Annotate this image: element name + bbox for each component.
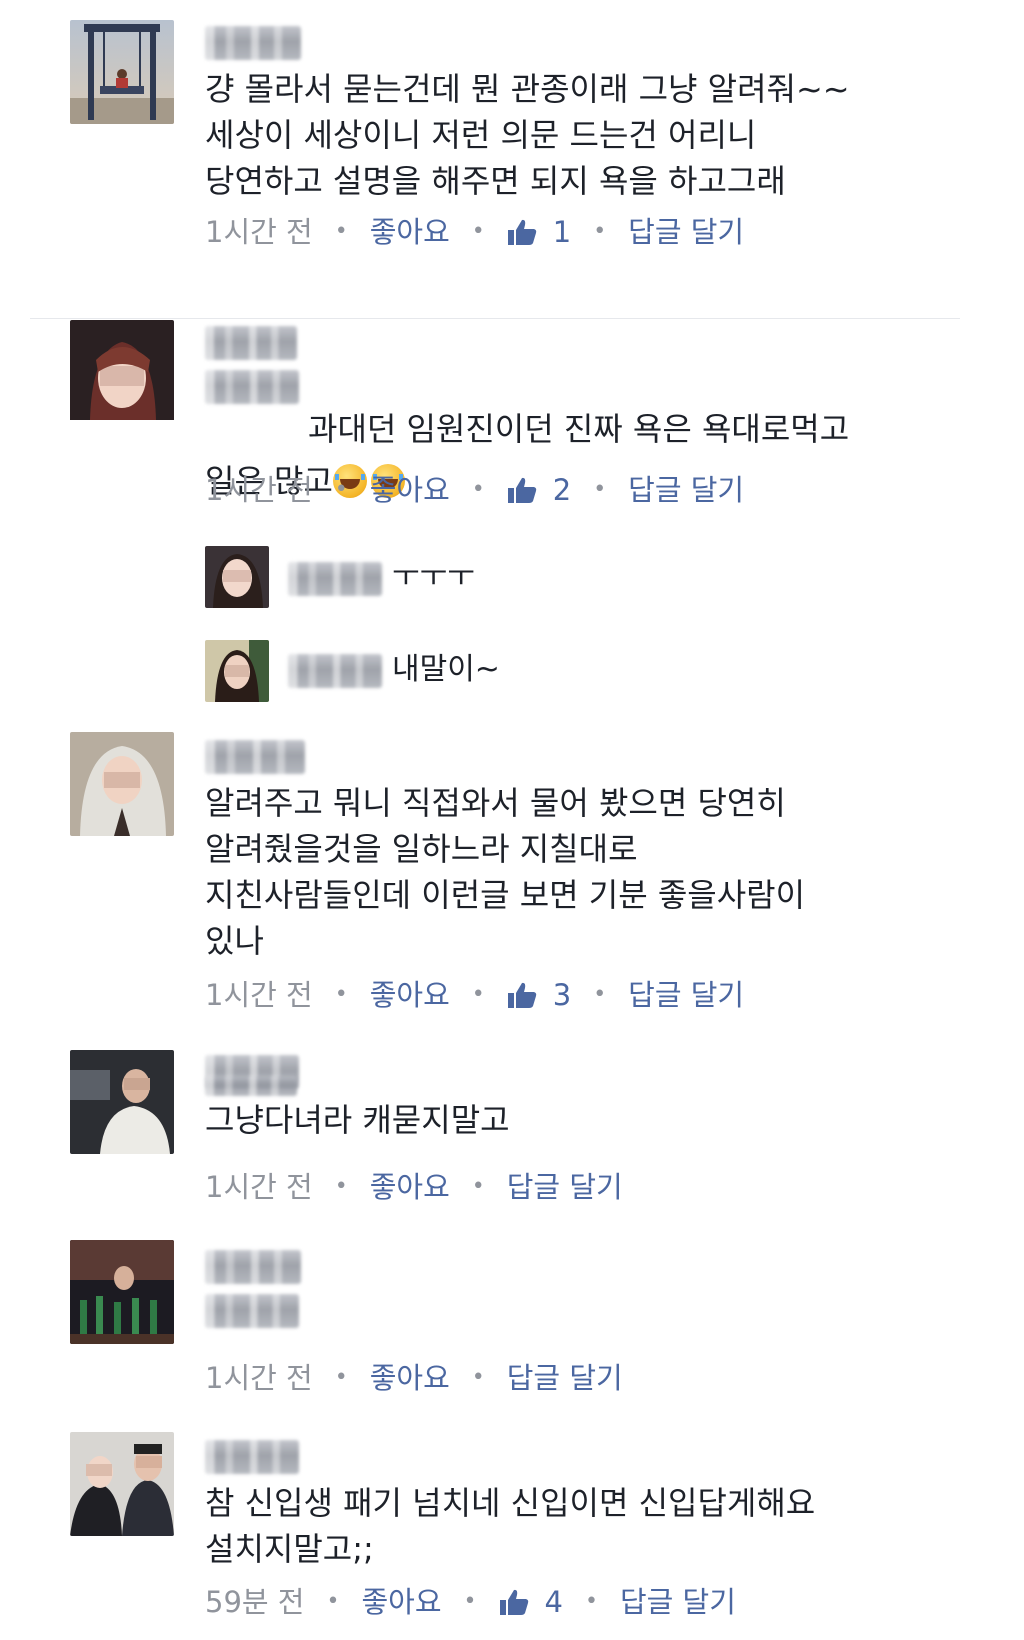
tagged-name-blurred[interactable]: [205, 1294, 299, 1328]
avatar[interactable]: [70, 1240, 174, 1344]
avatar[interactable]: [70, 732, 174, 836]
comment-meta: 1시간 전 • 좋아요 • 1 • 답글 달기: [205, 212, 744, 252]
comment-meta: 59분 전 • 좋아요 • 4 • 답글 달기: [205, 1582, 736, 1622]
section-separator: [30, 318, 960, 319]
like-count[interactable]: 2: [507, 470, 571, 510]
separator-dot: •: [593, 477, 607, 502]
comment-text: 그냥다녀라 캐묻지말고: [205, 1101, 510, 1139]
separator-dot: •: [334, 1365, 348, 1390]
timestamp: 1시간 전: [205, 978, 313, 1012]
separator-dot: •: [334, 219, 348, 244]
thumbs-up-icon: [507, 982, 536, 1008]
tagged-name-blurred[interactable]: [205, 370, 299, 404]
separator-dot: •: [326, 1589, 340, 1614]
comment-meta: 1시간 전 • 좋아요 • 답글 달기: [205, 1167, 623, 1207]
thumbs-up-icon: [507, 477, 536, 503]
like-count-value: 1: [552, 215, 572, 249]
like-count[interactable]: 3: [507, 975, 571, 1015]
comment-meta: 1시간 전 • 좋아요 • 2 • 답글 달기: [205, 470, 744, 510]
avatar[interactable]: [70, 1432, 174, 1536]
reply-button[interactable]: 답글 달기: [628, 212, 744, 252]
separator-dot: •: [584, 1589, 598, 1614]
reply-button[interactable]: 답글 달기: [507, 1167, 623, 1207]
separator-dot: •: [334, 1174, 348, 1199]
like-count-value: 4: [544, 1585, 563, 1619]
avatar[interactable]: [70, 1050, 174, 1154]
comment-text: 알려주고 뭐니 직접와서 물어 봤으면 당연히 알려줬을것을 일하느라 지칠대로…: [205, 784, 806, 960]
like-button[interactable]: 좋아요: [370, 212, 450, 252]
reply-button[interactable]: 답글 달기: [628, 975, 744, 1015]
author-name-blurred[interactable]: [205, 326, 297, 360]
like-button[interactable]: 좋아요: [370, 470, 450, 510]
avatar[interactable]: [70, 20, 174, 124]
like-count-value: 2: [552, 473, 572, 507]
reply-author-blurred[interactable]: [288, 562, 382, 596]
author-name-blurred[interactable]: [205, 1076, 297, 1096]
like-button[interactable]: 좋아요: [370, 1358, 450, 1398]
reply-author-blurred[interactable]: [288, 654, 382, 688]
comment-meta: 1시간 전 • 좋아요 • 답글 달기: [205, 1358, 623, 1398]
reply-text: 내말이~: [392, 652, 500, 687]
reply-button[interactable]: 답글 달기: [628, 470, 744, 510]
reply-button[interactable]: 답글 달기: [507, 1358, 623, 1398]
like-count[interactable]: 4: [499, 1582, 563, 1622]
reply-button[interactable]: 답글 달기: [620, 1582, 736, 1622]
like-count-value: 3: [552, 978, 572, 1012]
avatar[interactable]: [70, 320, 174, 424]
separator-dot: •: [463, 1589, 477, 1614]
reply-avatar[interactable]: [205, 640, 269, 702]
timestamp: 1시간 전: [205, 1361, 313, 1395]
author-name-blurred[interactable]: [205, 1440, 299, 1474]
reply-text: ㅜㅜㅜ: [392, 559, 475, 594]
thumbs-up-icon: [507, 219, 536, 245]
timestamp: 59분 전: [205, 1585, 305, 1619]
comment-text: 참 신입생 패기 넘치네 신입이면 신입답게해요 설치지말고;;: [205, 1484, 816, 1568]
separator-dot: •: [471, 982, 485, 1007]
separator-dot: •: [593, 982, 607, 1007]
separator-dot: •: [471, 1174, 485, 1199]
timestamp: 1시간 전: [205, 215, 313, 249]
separator-dot: •: [471, 219, 485, 244]
separator-dot: •: [593, 219, 607, 244]
author-name-blurred[interactable]: [205, 1250, 301, 1284]
author-name-blurred[interactable]: [205, 740, 305, 774]
timestamp: 1시간 전: [205, 1170, 313, 1204]
author-name-blurred[interactable]: [205, 26, 301, 60]
like-button[interactable]: 좋아요: [370, 1167, 450, 1207]
like-button[interactable]: 좋아요: [361, 1582, 441, 1622]
comment-text: 걍 몰라서 묻는건데 뭔 관종이래 그냥 알려줘~~ 세상이 세상이니 저런 의…: [205, 70, 850, 200]
comment-meta: 1시간 전 • 좋아요 • 3 • 답글 달기: [205, 975, 744, 1015]
separator-dot: •: [334, 477, 348, 502]
reply-avatar[interactable]: [205, 546, 269, 608]
timestamp: 1시간 전: [205, 473, 313, 507]
separator-dot: •: [334, 982, 348, 1007]
separator-dot: •: [471, 477, 485, 502]
like-button[interactable]: 좋아요: [370, 975, 450, 1015]
thumbs-up-icon: [499, 1589, 528, 1615]
like-count[interactable]: 1: [507, 212, 571, 252]
separator-dot: •: [471, 1365, 485, 1390]
